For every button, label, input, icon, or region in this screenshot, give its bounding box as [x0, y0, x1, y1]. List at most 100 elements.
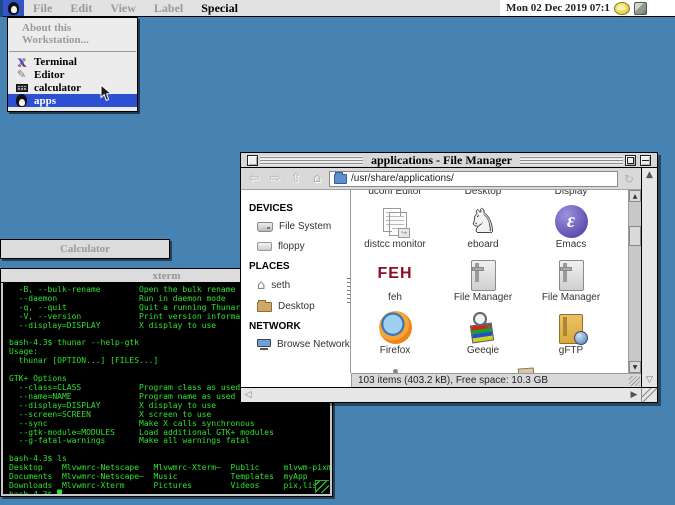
- partial-icon-row: dconf Editor Desktop Display: [351, 190, 628, 199]
- file-manager-window: applications - File Manager ⇦ ⇨ ⇧ ⌂ /usr…: [240, 152, 658, 403]
- window-title: Calculator: [60, 243, 110, 255]
- icon-label: feh: [388, 291, 402, 304]
- icon-label[interactable]: Desktop: [439, 190, 527, 198]
- apple-menu-dropdown: About this Workstation... X Terminal ✎ E…: [7, 17, 138, 112]
- scrollbar-thumb[interactable]: [629, 226, 641, 246]
- yellow-badge-icon[interactable]: [614, 2, 630, 15]
- xterm-resize-grip[interactable]: [315, 480, 329, 493]
- titlebar-stripes: [520, 156, 623, 165]
- icon-view[interactable]: dconf Editor Desktop Display ↪ distcc mo…: [351, 190, 628, 373]
- icon-label[interactable]: Display: [527, 190, 615, 198]
- calculator-window-titlebar[interactable]: Calculator: [0, 239, 170, 259]
- editor-pencil-icon: ✎: [15, 68, 28, 81]
- file-cabinet-icon: [559, 260, 584, 291]
- geeqie-icon: [467, 312, 499, 344]
- menu-label[interactable]: Label: [145, 0, 192, 16]
- x11-icon: X: [15, 55, 28, 68]
- frame-vscroll-track[interactable]: [642, 182, 657, 373]
- feh-logo-icon: FEH: [378, 265, 413, 283]
- sidebar-item-label: Browse Network: [277, 339, 350, 350]
- documents-icon: ↪: [380, 208, 410, 238]
- icon-label: gFTP: [559, 344, 583, 357]
- sidebar-item-label: File System: [279, 221, 331, 232]
- frame-scroll-right-icon[interactable]: ▶: [627, 388, 641, 402]
- app-item-gftp[interactable]: gFTP: [527, 307, 615, 362]
- menu-item-about-workstation[interactable]: About this Workstation...: [8, 21, 137, 48]
- sidebar-item-browse-network[interactable]: Browse Network: [257, 339, 350, 350]
- status-resize-grip[interactable]: [629, 376, 640, 386]
- icon-label[interactable]: dconf Editor: [351, 190, 439, 198]
- view-scrollbar[interactable]: ▲ ▼: [628, 190, 641, 373]
- calculator-icon: [15, 81, 28, 94]
- titlebar-stripes: [260, 156, 363, 165]
- folder-icon: [257, 302, 272, 312]
- pane-resize-handle[interactable]: [347, 278, 350, 306]
- app-item-emacs[interactable]: ε Emacs: [527, 201, 615, 254]
- menu-item-label: Editor: [34, 69, 65, 81]
- icon-label: Emacs: [556, 238, 587, 251]
- menu-item-label: apps: [34, 95, 56, 107]
- menu-file[interactable]: File: [24, 0, 61, 16]
- window-title: xterm: [152, 270, 180, 282]
- frame-hscroll-track[interactable]: [255, 388, 627, 402]
- menu-view[interactable]: View: [101, 0, 145, 16]
- chess-knight-icon: ♞: [469, 204, 498, 238]
- scroll-down-icon[interactable]: ▼: [629, 361, 641, 373]
- file-cabinet-icon: [471, 260, 496, 291]
- scroll-up-icon[interactable]: ▲: [629, 190, 641, 202]
- app-item-eboard[interactable]: ♞ eboard: [439, 201, 527, 254]
- harddrive-icon: [257, 222, 273, 232]
- icon-label: Firefox: [380, 344, 411, 357]
- frame-scroll-down-icon[interactable]: ▽: [642, 373, 657, 387]
- frame-scroll-up-icon[interactable]: ▲: [642, 168, 657, 182]
- icon-label: distcc monitor: [364, 238, 426, 251]
- zoom-box[interactable]: [625, 155, 636, 166]
- up-button[interactable]: ⇧: [287, 170, 305, 187]
- firefox-icon: [379, 311, 412, 344]
- file-manager-titlebar[interactable]: applications - File Manager: [241, 153, 657, 168]
- menu-edit[interactable]: Edit: [61, 0, 101, 16]
- path-bar[interactable]: /usr/share/applications/: [329, 171, 618, 187]
- icon-label: File Manager: [542, 291, 600, 304]
- app-item-firefox[interactable]: Firefox: [351, 307, 439, 362]
- sidebar-item-seth[interactable]: ⌂ seth: [257, 279, 350, 292]
- apple-menu-button[interactable]: [3, 0, 24, 16]
- app-item-file-manager-2[interactable]: File Manager: [527, 254, 615, 307]
- window-title: applications - File Manager: [363, 153, 520, 167]
- emacs-icon: ε: [555, 205, 588, 238]
- sidebar-item-file-system[interactable]: File System: [257, 221, 350, 232]
- shade-box[interactable]: [640, 155, 651, 166]
- file-manager-toolbar: ⇦ ⇨ ⇧ ⌂ /usr/share/applications/ ↻: [241, 168, 641, 190]
- menu-item-editor[interactable]: ✎ Editor: [8, 68, 137, 81]
- home-button[interactable]: ⌂: [308, 170, 326, 187]
- refresh-icon[interactable]: ↻: [621, 172, 637, 186]
- frame-vertical-scrollbar[interactable]: ▲ ▽: [642, 168, 657, 387]
- sidebar-heading-devices: DEVICES: [249, 203, 350, 214]
- app-item-file-manager-1[interactable]: File Manager: [439, 254, 527, 307]
- menu-item-label: Terminal: [34, 56, 77, 68]
- window-resize-grip[interactable]: [641, 388, 657, 402]
- sidebar-heading-places: PLACES: [249, 261, 350, 272]
- menu-item-terminal[interactable]: X Terminal: [8, 55, 137, 68]
- sidebar-item-floppy[interactable]: floppy: [257, 241, 350, 252]
- forward-button[interactable]: ⇨: [266, 170, 284, 187]
- photo-applet-icon[interactable]: [634, 2, 647, 15]
- scrollbar-track[interactable]: [629, 202, 641, 361]
- sidebar-item-desktop[interactable]: Desktop: [257, 301, 350, 312]
- icon-label: File Manager: [454, 291, 512, 304]
- menu-item-apps[interactable]: apps: [8, 94, 137, 107]
- menu-item-calculator[interactable]: calculator: [8, 81, 137, 94]
- path-text: /usr/share/applications/: [351, 173, 454, 184]
- gftp-cabinet-globe-icon: [559, 314, 583, 344]
- frame-horizontal-scrollbar[interactable]: ◁ ▶: [241, 387, 657, 402]
- menubar: File Edit View Label Special Mon 02 Dec …: [0, 0, 675, 17]
- menu-special[interactable]: Special: [192, 0, 247, 16]
- tux-icon: [15, 94, 28, 107]
- app-item-feh[interactable]: FEH feh: [351, 254, 439, 307]
- frame-scroll-left-icon[interactable]: ◁: [241, 388, 255, 402]
- app-item-distcc-monitor[interactable]: ↪ distcc monitor: [351, 201, 439, 254]
- mouse-cursor-icon: [100, 84, 113, 102]
- close-box[interactable]: [247, 155, 258, 166]
- app-item-geeqie[interactable]: Geeqie: [439, 307, 527, 362]
- back-button[interactable]: ⇦: [245, 170, 263, 187]
